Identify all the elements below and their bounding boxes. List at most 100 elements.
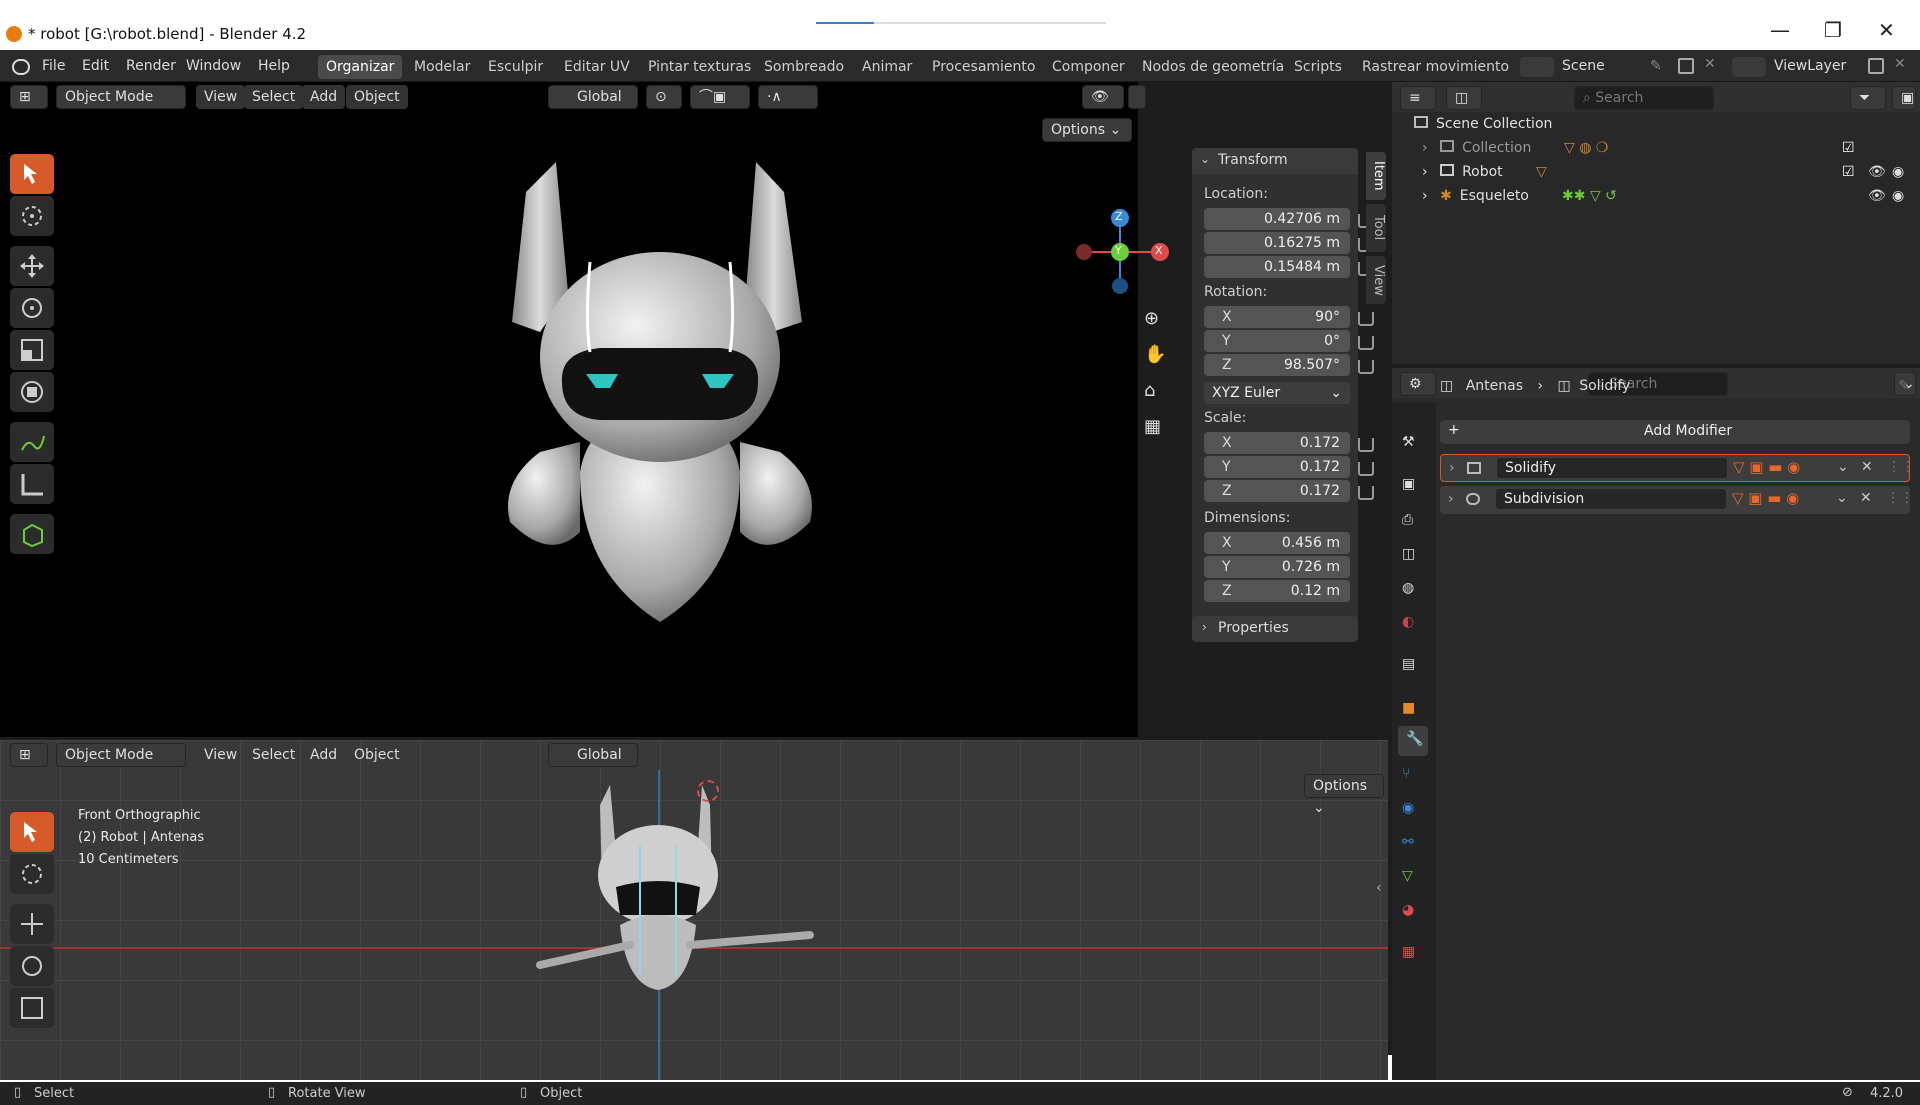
scene-name[interactable]: Scene bbox=[1562, 58, 1605, 74]
editor-type-button[interactable]: ⊞ bbox=[10, 85, 48, 109]
properties-subpanel-header[interactable]: › Properties bbox=[1192, 616, 1358, 642]
scale-x-field[interactable]: X 0.172 bbox=[1204, 432, 1350, 454]
workspace-tab-sombreado[interactable]: Sombreado bbox=[756, 55, 852, 79]
navigation-gizmo[interactable]: Z Y X bbox=[1070, 202, 1170, 302]
workspace-tab-animar[interactable]: Animar bbox=[854, 55, 920, 79]
properties-editor-type[interactable]: ⚙ bbox=[1400, 372, 1436, 396]
workspace-tab-rastrear[interactable]: Rastrear movimiento bbox=[1354, 55, 1517, 79]
delete-viewlayer-icon[interactable]: ✕ bbox=[1894, 56, 1906, 72]
proportional-edit-toggle[interactable]: ·∧ bbox=[758, 85, 818, 109]
workspace-tab-organizar[interactable]: Organizar bbox=[318, 55, 403, 79]
view-menu[interactable]: View bbox=[196, 85, 246, 109]
dimensions-z-field[interactable]: Z 0.12 m bbox=[1204, 580, 1350, 602]
workspace-tab-editar-uv[interactable]: Editar UV bbox=[556, 55, 638, 79]
rotation-y-lock-icon[interactable] bbox=[1358, 336, 1374, 350]
snap-toggle[interactable]: ⌒▣ bbox=[690, 85, 750, 109]
select-box-tool[interactable] bbox=[10, 154, 54, 194]
outliner-item-collection[interactable]: › Collection ▽ ◍ ❍ ☑ bbox=[1422, 140, 1902, 164]
3d-cursor-icon[interactable] bbox=[697, 780, 719, 802]
add-cube-tool[interactable] bbox=[10, 514, 54, 554]
viewport-bottom[interactable]: ⊞ Object Mode View Select Add Object Glo… bbox=[0, 740, 1388, 1080]
rotation-y-field[interactable]: Y 0° bbox=[1204, 330, 1350, 352]
dimensions-y-field[interactable]: Y 0.726 m bbox=[1204, 556, 1350, 578]
outliner-item-robot[interactable]: › Robot ▽ ☑ 👁 ◉ bbox=[1422, 164, 1904, 188]
output-tab-icon[interactable]: ⎙ bbox=[1402, 512, 1413, 528]
collection-checkbox[interactable]: ☑ bbox=[1842, 140, 1855, 156]
world-tab-icon[interactable]: ◐ bbox=[1402, 614, 1414, 630]
rotation-mode-dropdown[interactable]: XYZ Euler ⌄ bbox=[1204, 382, 1350, 404]
menu-render[interactable]: Render bbox=[126, 58, 176, 74]
remove-modifier-icon[interactable]: ✕ bbox=[1861, 459, 1873, 475]
move-tool-bottom[interactable] bbox=[10, 904, 54, 944]
outliner-editor-type[interactable]: ≡ bbox=[1400, 86, 1436, 110]
robot-model[interactable] bbox=[490, 152, 830, 672]
add-modifier-button[interactable]: + Add Modifier bbox=[1440, 420, 1910, 444]
view-menu-bottom[interactable]: View bbox=[196, 743, 245, 767]
move-tool[interactable] bbox=[10, 246, 54, 286]
scale-y-lock-icon[interactable] bbox=[1358, 462, 1374, 476]
select-box-tool-bottom[interactable] bbox=[10, 812, 54, 852]
pan-hand-icon[interactable]: ✋ bbox=[1144, 344, 1166, 365]
dimensions-x-field[interactable]: X 0.456 m bbox=[1204, 532, 1350, 554]
workspace-tab-procesamiento[interactable]: Procesamiento bbox=[924, 55, 1043, 79]
sidebar-tab-view[interactable]: View bbox=[1366, 256, 1386, 304]
scale-tool-bottom[interactable] bbox=[10, 988, 54, 1028]
annotate-tool[interactable] bbox=[10, 422, 54, 462]
esqueleto-render-icon[interactable]: ◉ bbox=[1892, 188, 1904, 204]
workspace-tab-scripts[interactable]: Scripts bbox=[1286, 55, 1350, 79]
object-tab-icon[interactable]: ■ bbox=[1402, 700, 1415, 716]
outliner-scene-collection[interactable]: Scene Collection bbox=[1414, 116, 1920, 140]
constraints-tab-icon[interactable]: ⚯ bbox=[1402, 834, 1414, 850]
scene-selector-icon[interactable] bbox=[1520, 57, 1554, 77]
viewlayer-selector-icon[interactable] bbox=[1732, 57, 1766, 77]
scale-x-lock-icon[interactable] bbox=[1358, 438, 1374, 452]
drag-handle-icon[interactable]: ⋮⋮ bbox=[1886, 490, 1914, 506]
physics-tab-icon[interactable]: ◉ bbox=[1402, 800, 1414, 816]
modifier-subdivision[interactable]: › Subdivision ▽ ▣ ▬ ◉ ⌄ ✕ ⋮⋮ bbox=[1440, 486, 1914, 514]
menu-window[interactable]: Window bbox=[186, 58, 241, 74]
scene-pin-icon[interactable]: ✎ bbox=[1650, 58, 1662, 74]
expand-arrow-icon[interactable]: › bbox=[1448, 491, 1454, 507]
editor-type-button-bottom[interactable]: ⊞ bbox=[10, 743, 48, 767]
editmode-cage-icons[interactable]: ▽ ▣ ▬ ◉ bbox=[1732, 489, 1799, 507]
rotation-x-field[interactable]: X 90° bbox=[1204, 306, 1350, 328]
drag-handle-icon[interactable]: ⋮⋮ bbox=[1887, 459, 1915, 475]
ortho-toggle-icon[interactable]: ▦ bbox=[1144, 416, 1161, 437]
measure-tool[interactable] bbox=[10, 464, 54, 504]
menu-file[interactable]: File bbox=[42, 58, 65, 74]
close-button[interactable]: ✕ bbox=[1878, 18, 1895, 42]
outliner-filter-button[interactable]: ⏷ bbox=[1850, 86, 1886, 110]
robot-eye-icon[interactable]: 👁 bbox=[1868, 164, 1886, 180]
expand-arrow-icon[interactable]: › bbox=[1449, 460, 1455, 476]
rotate-tool[interactable] bbox=[10, 288, 54, 328]
pin-icon[interactable]: ✎ bbox=[1898, 378, 1910, 394]
modifier-solidify[interactable]: › Solidify ▽ ▣ ▬ ◉ ⌄ ✕ ⋮⋮ bbox=[1440, 454, 1915, 482]
camera-view-icon[interactable]: ⌂ bbox=[1144, 380, 1155, 401]
sidebar-tab-item[interactable]: Item bbox=[1366, 152, 1386, 200]
scale-tool[interactable] bbox=[10, 330, 54, 370]
delete-scene-icon[interactable]: ✕ bbox=[1704, 56, 1716, 72]
editmode-cage-icons[interactable]: ▽ ▣ ▬ ◉ bbox=[1733, 458, 1800, 476]
location-z-field[interactable]: 0.15484 m bbox=[1204, 256, 1350, 278]
menu-edit[interactable]: Edit bbox=[82, 58, 109, 74]
scale-z-lock-icon[interactable] bbox=[1358, 486, 1374, 500]
data-tab-icon[interactable]: ▽ bbox=[1402, 868, 1413, 884]
viewlayer-name[interactable]: ViewLayer bbox=[1774, 58, 1846, 74]
outliner-item-esqueleto[interactable]: › ✱ Esqueleto ✱✱ ▽ ↺ 👁 ◉ bbox=[1422, 188, 1904, 212]
outliner-display-mode[interactable]: ◫ bbox=[1446, 86, 1482, 110]
collapse-sidebar-icon[interactable]: ‹ bbox=[1376, 880, 1382, 896]
location-x-field[interactable]: 0.42706 m bbox=[1204, 208, 1350, 230]
view-layer-tab-icon[interactable]: ◫ bbox=[1402, 546, 1415, 562]
new-scene-icon[interactable] bbox=[1678, 58, 1694, 74]
tool-tab-icon[interactable]: ⚒ bbox=[1402, 434, 1415, 450]
blender-menu-icon[interactable] bbox=[12, 59, 30, 75]
options-dropdown[interactable]: Options ⌄ bbox=[1042, 118, 1132, 142]
add-menu-bottom[interactable]: Add bbox=[302, 743, 345, 767]
render-tab-icon[interactable]: ▣ bbox=[1402, 476, 1415, 492]
rotation-x-lock-icon[interactable] bbox=[1358, 312, 1374, 326]
material-tab-icon[interactable]: ◕ bbox=[1402, 902, 1414, 918]
object-menu[interactable]: Object bbox=[346, 85, 408, 109]
texture-tab-icon[interactable]: ▦ bbox=[1402, 944, 1415, 960]
scale-z-field[interactable]: Z 0.172 bbox=[1204, 480, 1350, 502]
workspace-tab-pintar-texturas[interactable]: Pintar texturas bbox=[640, 55, 759, 79]
